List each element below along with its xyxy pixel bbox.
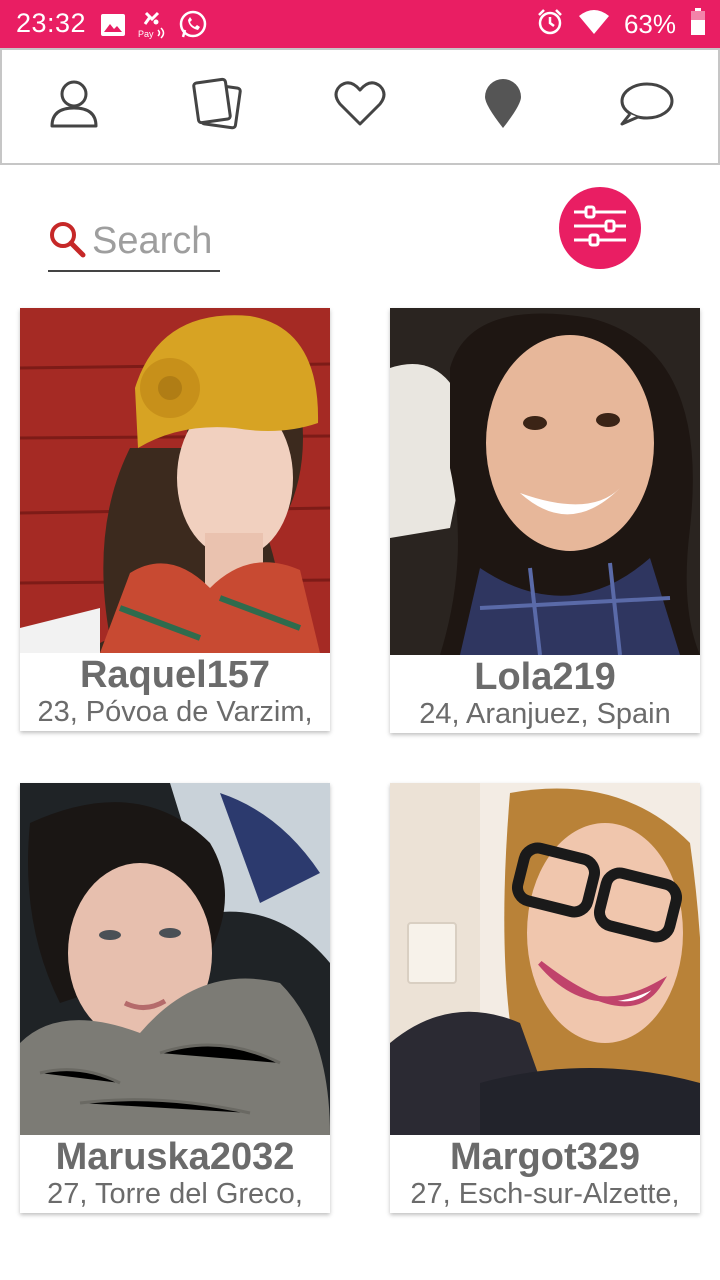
profile-card[interactable]: Margot329 27, Esch-sur-Alzette, (390, 783, 700, 1213)
profile-card[interactable]: Raquel157 23, Póvoa de Varzim, (20, 308, 330, 731)
nav-messages-button[interactable] (610, 71, 682, 143)
profile-details: 27, Torre del Greco, (47, 1178, 303, 1210)
alarm-icon (536, 8, 564, 41)
location-pin-icon (483, 79, 523, 134)
profile-details: 24, Aranjuez, Spain (419, 698, 671, 730)
search-input[interactable] (92, 219, 218, 263)
profile-details: 27, Esch-sur-Alzette, (410, 1178, 680, 1210)
profile-photo (20, 308, 330, 653)
status-time: 23:32 (16, 8, 87, 38)
nav-cards-button[interactable] (181, 71, 253, 143)
profile-card[interactable]: Maruska2032 27, Torre del Greco, (20, 783, 330, 1213)
caixa-pay-icon: Pay (136, 11, 168, 44)
profile-name: Maruska2032 (55, 1136, 295, 1177)
search-bar (48, 212, 220, 272)
heart-icon (334, 80, 386, 133)
status-notification-icons: Pay (100, 10, 208, 45)
profile-photo (390, 308, 700, 655)
status-bar: 23:32 Pay 63% (0, 0, 720, 48)
profile-card[interactable]: Lola219 24, Aranjuez, Spain (390, 308, 700, 733)
image-icon (100, 13, 126, 42)
profile-photo (390, 783, 700, 1135)
wifi-icon (578, 9, 610, 40)
nav-nearby-button[interactable] (467, 71, 539, 143)
nav-profile-button[interactable] (38, 71, 110, 143)
profile-name: Lola219 (474, 656, 616, 697)
top-nav (0, 48, 720, 165)
profile-photo (20, 783, 330, 1135)
chat-bubble-icon (618, 81, 674, 132)
profile-name: Margot329 (449, 1136, 641, 1177)
svg-text:Pay: Pay (138, 29, 154, 39)
search-icon (48, 220, 86, 263)
whatsapp-icon (178, 10, 208, 45)
cards-icon (190, 77, 244, 136)
user-icon (48, 78, 100, 135)
status-system-icons: 63% (536, 8, 706, 41)
nav-likes-button[interactable] (324, 71, 396, 143)
filter-button[interactable] (559, 187, 641, 269)
profile-name: Raquel157 (79, 654, 271, 695)
profile-details: 23, Póvoa de Varzim, (37, 696, 313, 728)
filter-sliders-icon (572, 204, 628, 253)
battery-icon (690, 8, 706, 41)
battery-percentage: 63% (623, 9, 676, 39)
